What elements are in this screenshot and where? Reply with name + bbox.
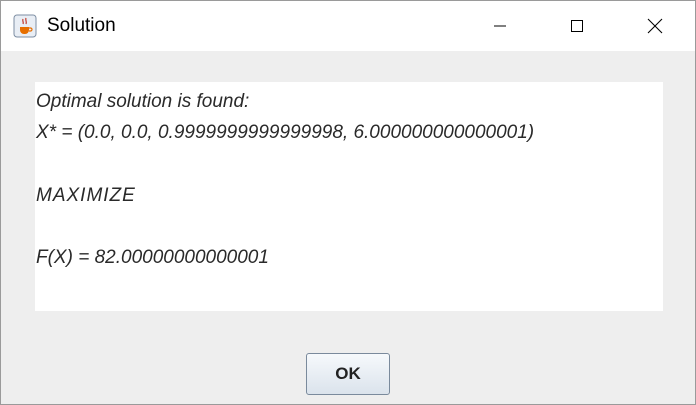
message-panel: Optimal solution is found: X* = (0.0, 0.… (35, 82, 663, 311)
minimize-icon (494, 25, 506, 27)
window-title: Solution (47, 15, 116, 36)
objective-direction: MAXIMIZE (36, 185, 136, 206)
title-bar[interactable]: Solution (1, 1, 695, 51)
objective-value: F(X) = 82.00000000000001 (36, 247, 269, 268)
solution-vector: X* = (0.0, 0.0, 0.9999999999999998, 6.00… (36, 122, 535, 143)
ok-button[interactable]: OK (306, 353, 390, 395)
solution-dialog: Solution Optimal solution is found: X* =… (0, 0, 696, 405)
minimize-button[interactable] (477, 1, 523, 51)
java-cup-icon (13, 14, 37, 38)
status-message: Optimal solution is found: (36, 91, 250, 112)
maximize-icon (571, 20, 583, 32)
maximize-button[interactable] (554, 1, 600, 51)
close-button[interactable] (632, 1, 678, 51)
close-icon (647, 18, 663, 34)
